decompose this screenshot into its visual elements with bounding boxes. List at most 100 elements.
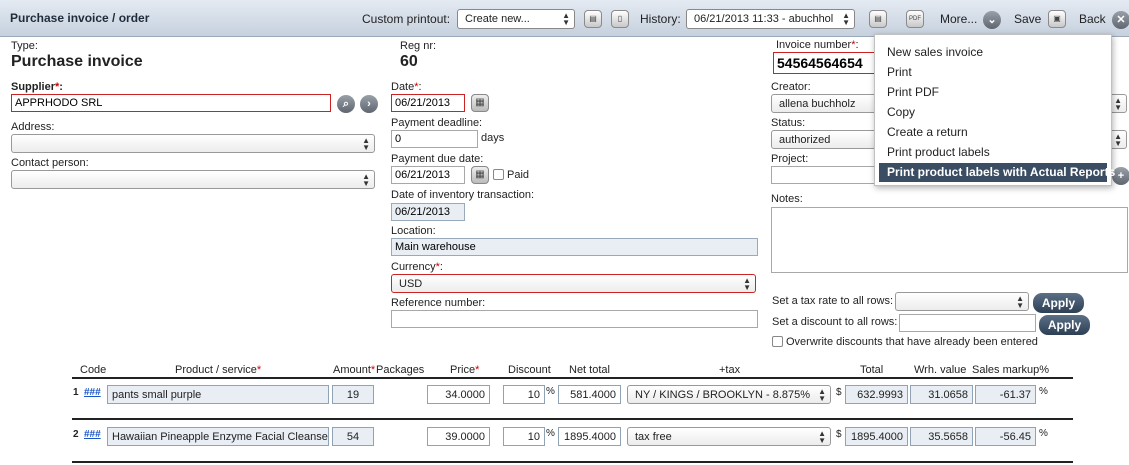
select-arrows-icon: ▲ ▼ [362, 135, 370, 152]
product-input[interactable]: Hawaiian Pineapple Enzyme Facial Cleanse… [107, 427, 329, 446]
menu-item-create-return[interactable]: Create a return [879, 123, 1107, 142]
sales-markup-value: -61.37 [975, 385, 1036, 404]
regnr-label: Reg nr: [400, 40, 437, 52]
calendar-icon[interactable]: ▦ [471, 94, 489, 112]
percent-sign: % [1039, 386, 1048, 397]
menu-item-print-pdf[interactable]: Print PDF [879, 83, 1107, 102]
dollar-sign: $ [836, 387, 842, 398]
tax-rate-select[interactable]: ▲ ▼ [895, 292, 1029, 311]
colon: : [855, 39, 859, 51]
history-value: 06/21/2013 11:33 - abuchhol [694, 13, 834, 25]
chevron-down-icon[interactable]: ⌄ [983, 11, 1001, 29]
supplier-input[interactable]: APPRHODO SRL [11, 94, 331, 112]
save-icon[interactable]: ▣ [1048, 10, 1066, 28]
col-tax: +tax [719, 364, 741, 376]
regnr-value: 60 [400, 53, 418, 70]
select-arrows-icon: ▲ ▼ [362, 171, 370, 188]
col-amount-text: Amount [333, 364, 371, 376]
date-label: Date*: [391, 81, 422, 93]
history-label: History: [640, 12, 681, 26]
discount-input[interactable]: 10 [503, 427, 545, 446]
save-button[interactable]: Save [1014, 12, 1041, 26]
select-arrows-icon: ▲ ▼ [562, 11, 570, 27]
menu-item-print-product-labels[interactable]: Print product labels [879, 143, 1107, 162]
amount-input[interactable]: 54 [332, 427, 374, 446]
reference-input[interactable] [391, 310, 758, 328]
percent-sign: % [546, 428, 555, 439]
inventory-date-input[interactable]: 06/21/2013 [391, 203, 465, 221]
amount-input[interactable]: 19 [332, 385, 374, 404]
document-icon[interactable]: ▯ [611, 10, 629, 28]
payment-deadline-label: Payment deadline: [391, 117, 483, 129]
col-packages: Packages [376, 364, 425, 376]
location-input[interactable]: Main warehouse [391, 238, 758, 256]
inventory-date-label: Date of inventory transaction: [391, 189, 535, 201]
payment-deadline-input[interactable]: 0 [391, 130, 478, 148]
type-label: Type: [11, 40, 38, 52]
price-input[interactable]: 39.0000 [427, 427, 490, 446]
days-label: days [481, 132, 505, 144]
col-sales-markup: Sales markup% [972, 364, 1050, 376]
select-arrows-icon: ▲ ▼ [818, 428, 826, 445]
paid-checkbox[interactable] [493, 169, 504, 180]
tax-select[interactable]: NY / KINGS / BROOKLYN - 8.875% ▲ ▼ [627, 385, 831, 404]
printer-icon[interactable]: ▤ [584, 10, 602, 28]
apply-tax-button[interactable]: Apply [1033, 293, 1084, 313]
close-icon[interactable]: ✕ [1112, 11, 1129, 29]
price-input[interactable]: 34.0000 [427, 385, 490, 404]
select-arrows-icon: ▲ ▼ [743, 275, 751, 292]
search-icon[interactable]: ⌕ [337, 95, 355, 113]
custom-printout-select[interactable]: Create new... ▲ ▼ [457, 9, 575, 29]
overwrite-checkbox[interactable] [772, 336, 783, 347]
select-arrows-icon: ▲ ▼ [818, 386, 826, 403]
supplier-label-text: Supplier [11, 81, 56, 93]
overwrite-label: Overwrite discounts that have already be… [786, 336, 1038, 348]
menu-item-copy[interactable]: Copy [879, 103, 1107, 122]
code-link[interactable]: ### [84, 429, 101, 440]
payment-due-label: Payment due date: [391, 153, 484, 165]
discount-input[interactable]: 10 [503, 385, 545, 404]
notes-textarea[interactable] [771, 207, 1128, 273]
colon: : [439, 261, 443, 273]
more-menu: New sales invoice Print Print PDF Copy C… [874, 34, 1115, 186]
contact-select[interactable]: ▲ ▼ [11, 170, 375, 189]
payment-due-input[interactable]: 06/21/2013 [391, 166, 465, 184]
currency-label-text: Currency [391, 261, 436, 273]
required-mark: * [370, 364, 376, 376]
apply-discount-button[interactable]: Apply [1039, 315, 1090, 335]
page-title: Purchase invoice / order [10, 11, 150, 25]
invoice-number-label-text: Invoice number [776, 39, 852, 51]
toolbar: Purchase invoice / order Custom printout… [0, 0, 1129, 37]
wrh-value: 31.0658 [910, 385, 973, 404]
address-select[interactable]: ▲ ▼ [11, 134, 375, 153]
col-product-text: Product / service [175, 364, 257, 376]
pdf-icon[interactable]: PDF [906, 10, 924, 28]
date-input[interactable]: 06/21/2013 [391, 94, 465, 112]
menu-item-new-sales-invoice[interactable]: New sales invoice [879, 43, 1107, 62]
calendar-icon[interactable]: ▦ [471, 166, 489, 184]
date-label-text: Date [391, 81, 415, 93]
menu-item-print[interactable]: Print [879, 63, 1107, 82]
printer-icon[interactable]: ▤ [869, 10, 887, 28]
product-input[interactable]: pants small purple [107, 385, 329, 404]
contact-label: Contact person: [11, 157, 89, 169]
row-number: 1 [73, 387, 79, 398]
invoice-number-input[interactable]: 54564564654 [773, 52, 883, 74]
net-total-input[interactable]: 581.4000 [558, 385, 621, 404]
code-link[interactable]: ### [84, 387, 101, 398]
custom-printout-label: Custom printout: [362, 12, 451, 26]
sales-markup-value: -56.45 [975, 427, 1036, 446]
tax-select[interactable]: tax free ▲ ▼ [627, 427, 831, 446]
back-button[interactable]: Back [1079, 12, 1106, 26]
more-button[interactable]: More... [940, 12, 977, 26]
discount-label: Set a discount to all rows: [772, 316, 898, 328]
chevron-right-icon[interactable]: › [360, 95, 378, 113]
row-number: 2 [73, 429, 79, 440]
total-value: 1895.4000 [845, 427, 908, 446]
net-total-input[interactable]: 1895.4000 [558, 427, 621, 446]
menu-item-print-labels-actual-reports[interactable]: Print product labels with Actual Reports [879, 163, 1115, 182]
history-select[interactable]: 06/21/2013 11:33 - abuchhol ▲ ▼ [686, 9, 855, 29]
creator-label: Creator: [771, 81, 811, 93]
currency-select[interactable]: USD ▲ ▼ [391, 274, 756, 293]
discount-input[interactable] [899, 314, 1036, 332]
